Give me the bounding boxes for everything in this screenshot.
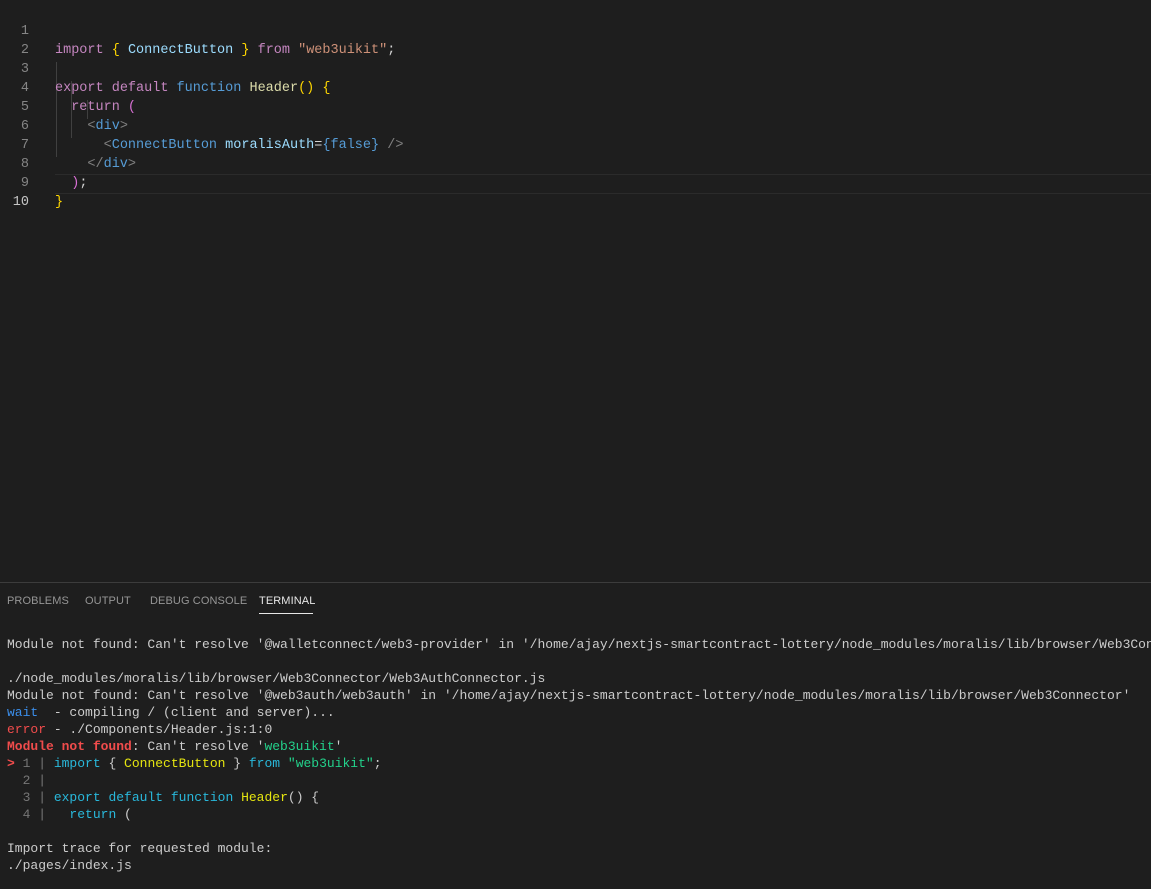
error-text: - ./Components/Header.js:1:0	[46, 722, 273, 737]
frame-line-number: 3	[7, 790, 39, 805]
default-keyword: default	[100, 790, 164, 805]
import-trace-title: Import trace for requested module:	[7, 841, 273, 856]
brace: }	[55, 195, 64, 210]
tab-problems[interactable]: PROBLEMS	[7, 595, 69, 607]
code-frame-line: > 1 | import { ConnectButton } from "web…	[7, 755, 382, 772]
terminal-line: error - ./Components/Header.js:1:0	[7, 721, 272, 738]
brace: {	[100, 756, 125, 771]
code-editor[interactable]: 1 import { ConnectButton } from "web3uik…	[0, 0, 1151, 582]
code-line-3: 3 export default function Header() {	[0, 41, 1151, 96]
function-name: Header	[233, 790, 288, 805]
code-line-1: 1 import { ConnectButton } from "web3uik…	[0, 3, 1151, 58]
code-line-5: 5 <div>	[0, 79, 1151, 134]
terminal-line: Module not found: Can't resolve '@wallet…	[7, 637, 1151, 652]
tab-debug-console[interactable]: DEBUG CONSOLE	[150, 595, 247, 607]
import-trace-path: ./pages/index.js	[7, 858, 132, 873]
frame-bar: |	[38, 756, 47, 771]
frame-bar: |	[38, 807, 47, 822]
identifier: ConnectButton	[124, 756, 226, 771]
terminal-line: wait - compiling / (client and server)..…	[7, 704, 335, 721]
return-keyword: return	[46, 807, 117, 822]
code-line-6: 6 <ConnectButton moralisAuth={false} />	[0, 98, 1151, 153]
module-not-found-label: Module not found	[7, 739, 132, 754]
code-frame-line: 3 | export default function Header() {	[7, 789, 320, 806]
module-string: "web3uikit"	[280, 756, 374, 771]
semicolon: ;	[373, 756, 382, 771]
frame-line-number: 4	[7, 807, 39, 822]
code-frame-line: 2 |	[7, 772, 46, 789]
from-keyword: from	[248, 756, 281, 771]
brace: }	[225, 756, 249, 771]
error-text: : Can't resolve '	[131, 739, 265, 754]
code-frame-line: 4 | return (	[7, 806, 132, 823]
line-number: 10	[12, 195, 29, 210]
error-marker-icon: >	[7, 756, 15, 771]
frame-bar: |	[38, 773, 47, 788]
code-line-4: 4 return (	[0, 60, 1151, 115]
tab-output[interactable]: OUTPUT	[85, 595, 131, 607]
terminal-line: ./node_modules/moralis/lib/browser/Web3C…	[7, 671, 546, 686]
code-line-9: 9 }	[0, 155, 1151, 210]
export-keyword: export	[46, 790, 101, 805]
error-text: '	[334, 739, 343, 754]
frame-line-number: 2	[7, 773, 39, 788]
active-tab-indicator	[259, 613, 313, 614]
bottom-panel: PROBLEMS OUTPUT DEBUG CONSOLE TERMINAL M…	[0, 582, 1151, 889]
frame-line-number: 1	[14, 756, 39, 771]
tab-terminal[interactable]: TERMINAL	[259, 595, 315, 607]
terminal-line: Module not found: Can't resolve 'web3uik…	[7, 738, 342, 755]
code-line-7: 7 </div>	[0, 117, 1151, 172]
frame-bar: |	[38, 790, 47, 805]
error-label: error	[7, 722, 47, 737]
code-line-8: 8 );	[0, 136, 1151, 191]
module-name: web3uikit	[264, 739, 335, 754]
code-line-10: 10	[0, 174, 1151, 210]
frame-code: () {	[287, 790, 320, 805]
line-code: }	[55, 193, 63, 212]
wait-text: - compiling / (client and server)...	[38, 705, 335, 720]
terminal-line: Module not found: Can't resolve '@web3au…	[7, 688, 1131, 703]
import-keyword: import	[46, 756, 101, 771]
wait-label: wait	[7, 705, 39, 720]
frame-code: (	[116, 807, 132, 822]
function-keyword: function	[163, 790, 234, 805]
code-line-2: 2	[0, 22, 1151, 58]
